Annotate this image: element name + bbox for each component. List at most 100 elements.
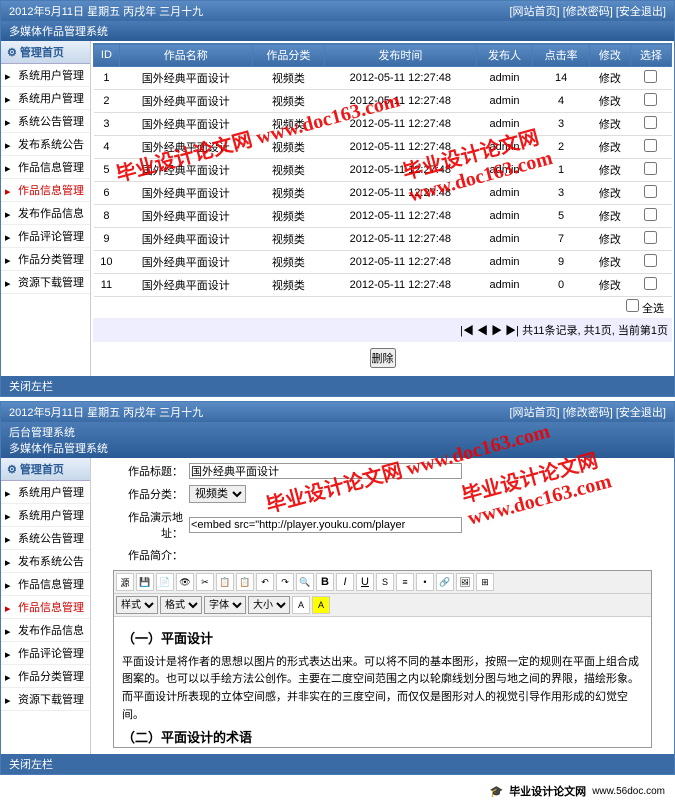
link-home-2[interactable]: [网站首页]: [510, 407, 560, 419]
edit-link[interactable]: 修改: [599, 142, 621, 154]
style-select[interactable]: 样式: [116, 596, 158, 614]
font-select[interactable]: 字体: [204, 596, 246, 614]
sidebar-item-3[interactable]: ▸发布系统公告: [1, 550, 90, 573]
sidebar-item-5[interactable]: ▸作品信息管理: [1, 179, 90, 202]
edit-link[interactable]: 修改: [599, 234, 621, 246]
sidebar-item-6[interactable]: ▸发布作品信息: [1, 619, 90, 642]
demo-input[interactable]: [189, 517, 462, 533]
row-checkbox[interactable]: [644, 116, 657, 129]
cat-label: 作品分类：: [113, 486, 183, 502]
bgcolor-icon[interactable]: A: [312, 596, 330, 614]
sidebar-item-label: 系统用户管理: [18, 484, 84, 500]
row-checkbox[interactable]: [644, 93, 657, 106]
size-select[interactable]: 大小: [248, 596, 290, 614]
format-select[interactable]: 格式: [160, 596, 202, 614]
sidebar-item-1[interactable]: ▸系统用户管理: [1, 87, 90, 110]
ul-icon[interactable]: •: [416, 573, 434, 591]
sidebar-item-7[interactable]: ▸作品评论管理: [1, 225, 90, 248]
rich-editor: 源 💾 📄 👁 ✂ 📋 📋 ↶ ↷ 🔍 B I U S ≡ • 🔗: [113, 570, 652, 748]
preview-icon[interactable]: 👁: [176, 573, 194, 591]
source-icon[interactable]: 源: [116, 573, 134, 591]
sidebar-header-2[interactable]: ⚙ 管理首页: [1, 458, 90, 481]
edit-link[interactable]: 修改: [599, 211, 621, 223]
row-checkbox[interactable]: [644, 70, 657, 83]
delete-button[interactable]: 删除: [370, 348, 396, 368]
strike-icon[interactable]: S: [376, 573, 394, 591]
underline-icon[interactable]: U: [356, 573, 374, 591]
sidebar-header[interactable]: ⚙ 管理首页: [1, 41, 90, 64]
pager-nav-icons[interactable]: |◀ ◀ ▶ ▶|: [460, 325, 519, 337]
sidebar-item-7[interactable]: ▸作品评论管理: [1, 642, 90, 665]
edit-link[interactable]: 修改: [599, 119, 621, 131]
row-checkbox[interactable]: [644, 185, 657, 198]
table-icon[interactable]: ⊞: [476, 573, 494, 591]
select-all-label: 全选: [642, 303, 664, 315]
find-icon[interactable]: 🔍: [296, 573, 314, 591]
header-date-2: 2012年5月11日 星期五 丙戌年 三月十九: [9, 404, 203, 420]
sidebar-item-3[interactable]: ▸发布系统公告: [1, 133, 90, 156]
edit-link[interactable]: 修改: [599, 73, 621, 85]
edit-link[interactable]: 修改: [599, 257, 621, 269]
cut-icon[interactable]: ✂: [196, 573, 214, 591]
editor-toolbar: 源 💾 📄 👁 ✂ 📋 📋 ↶ ↷ 🔍 B I U S ≡ • 🔗: [114, 571, 651, 594]
paste-icon[interactable]: 📋: [236, 573, 254, 591]
sidebar-item-label: 作品评论管理: [18, 228, 84, 244]
brand-url: www.56doc.com: [592, 786, 665, 797]
edit-link[interactable]: 修改: [599, 188, 621, 200]
sidebar-item-0[interactable]: ▸系统用户管理: [1, 481, 90, 504]
sidebar-item-8[interactable]: ▸作品分类管理: [1, 248, 90, 271]
sidebar-item-9[interactable]: ▸资源下载管理: [1, 688, 90, 711]
row-checkbox[interactable]: [644, 254, 657, 267]
link-pwd-2[interactable]: [修改密码]: [563, 407, 613, 419]
title-input[interactable]: [189, 463, 462, 479]
italic-icon[interactable]: I: [336, 573, 354, 591]
bold-icon[interactable]: B: [316, 573, 334, 591]
row-checkbox[interactable]: [644, 277, 657, 290]
sidebar-item-5[interactable]: ▸作品信息管理: [1, 596, 90, 619]
table-row: 5国外经典平面设计视频类2012-05-11 12:27:48admin1修改: [94, 159, 672, 182]
select-all-checkbox[interactable]: [626, 299, 639, 312]
cat-select[interactable]: 视频类: [189, 485, 246, 503]
edit-link[interactable]: 修改: [599, 165, 621, 177]
sidebar-item-4[interactable]: ▸作品信息管理: [1, 156, 90, 179]
link-home[interactable]: [网站首页]: [510, 6, 560, 18]
sidebar-item-8[interactable]: ▸作品分类管理: [1, 665, 90, 688]
link-icon[interactable]: 🔗: [436, 573, 454, 591]
col-header: 作品分类: [252, 44, 324, 67]
user-icon: ▸: [5, 487, 15, 497]
undo-icon[interactable]: ↶: [256, 573, 274, 591]
sidebar-item-label: 系统用户管理: [18, 507, 84, 523]
copy-icon[interactable]: 📋: [216, 573, 234, 591]
redo-icon[interactable]: ↷: [276, 573, 294, 591]
sidebar-item-label: 资源下载管理: [18, 274, 84, 290]
sidebar-item-9[interactable]: ▸资源下载管理: [1, 271, 90, 294]
footer-bar[interactable]: 关闭左栏: [1, 376, 674, 396]
color-icon[interactable]: A: [292, 596, 310, 614]
row-checkbox[interactable]: [644, 162, 657, 175]
row-checkbox[interactable]: [644, 139, 657, 152]
save-icon[interactable]: 💾: [136, 573, 154, 591]
sidebar-item-6[interactable]: ▸发布作品信息: [1, 202, 90, 225]
link-logout-2[interactable]: [安全退出]: [616, 407, 666, 419]
footer-bar-2[interactable]: 关闭左栏: [1, 754, 674, 774]
edit-link[interactable]: 修改: [599, 96, 621, 108]
image-icon[interactable]: 🖼: [456, 573, 474, 591]
row-checkbox[interactable]: [644, 208, 657, 221]
brand-footer: 🎓 毕业设计论文网 www.56doc.com: [0, 779, 675, 803]
link-pwd[interactable]: [修改密码]: [563, 6, 613, 18]
new-icon[interactable]: 📄: [156, 573, 174, 591]
sidebar-item-2[interactable]: ▸系统公告管理: [1, 110, 90, 133]
sidebar-item-1[interactable]: ▸系统用户管理: [1, 504, 90, 527]
sidebar-item-4[interactable]: ▸作品信息管理: [1, 573, 90, 596]
link-logout[interactable]: [安全退出]: [616, 6, 666, 18]
sidebar-item-0[interactable]: ▸系统用户管理: [1, 64, 90, 87]
sidebar-item-label: 作品分类管理: [18, 251, 84, 267]
content-p1: 平面设计是将作者的思想以图片的形式表达出来。可以将不同的基本图形，按照一定的规则…: [122, 654, 643, 724]
editor-content[interactable]: （一）平面设计 平面设计是将作者的思想以图片的形式表达出来。可以将不同的基本图形…: [114, 617, 651, 747]
row-checkbox[interactable]: [644, 231, 657, 244]
ol-icon[interactable]: ≡: [396, 573, 414, 591]
brand-name: 毕业设计论文网: [509, 783, 586, 799]
file-icon: ▸: [5, 625, 15, 635]
edit-link[interactable]: 修改: [599, 280, 621, 292]
sidebar-item-2[interactable]: ▸系统公告管理: [1, 527, 90, 550]
